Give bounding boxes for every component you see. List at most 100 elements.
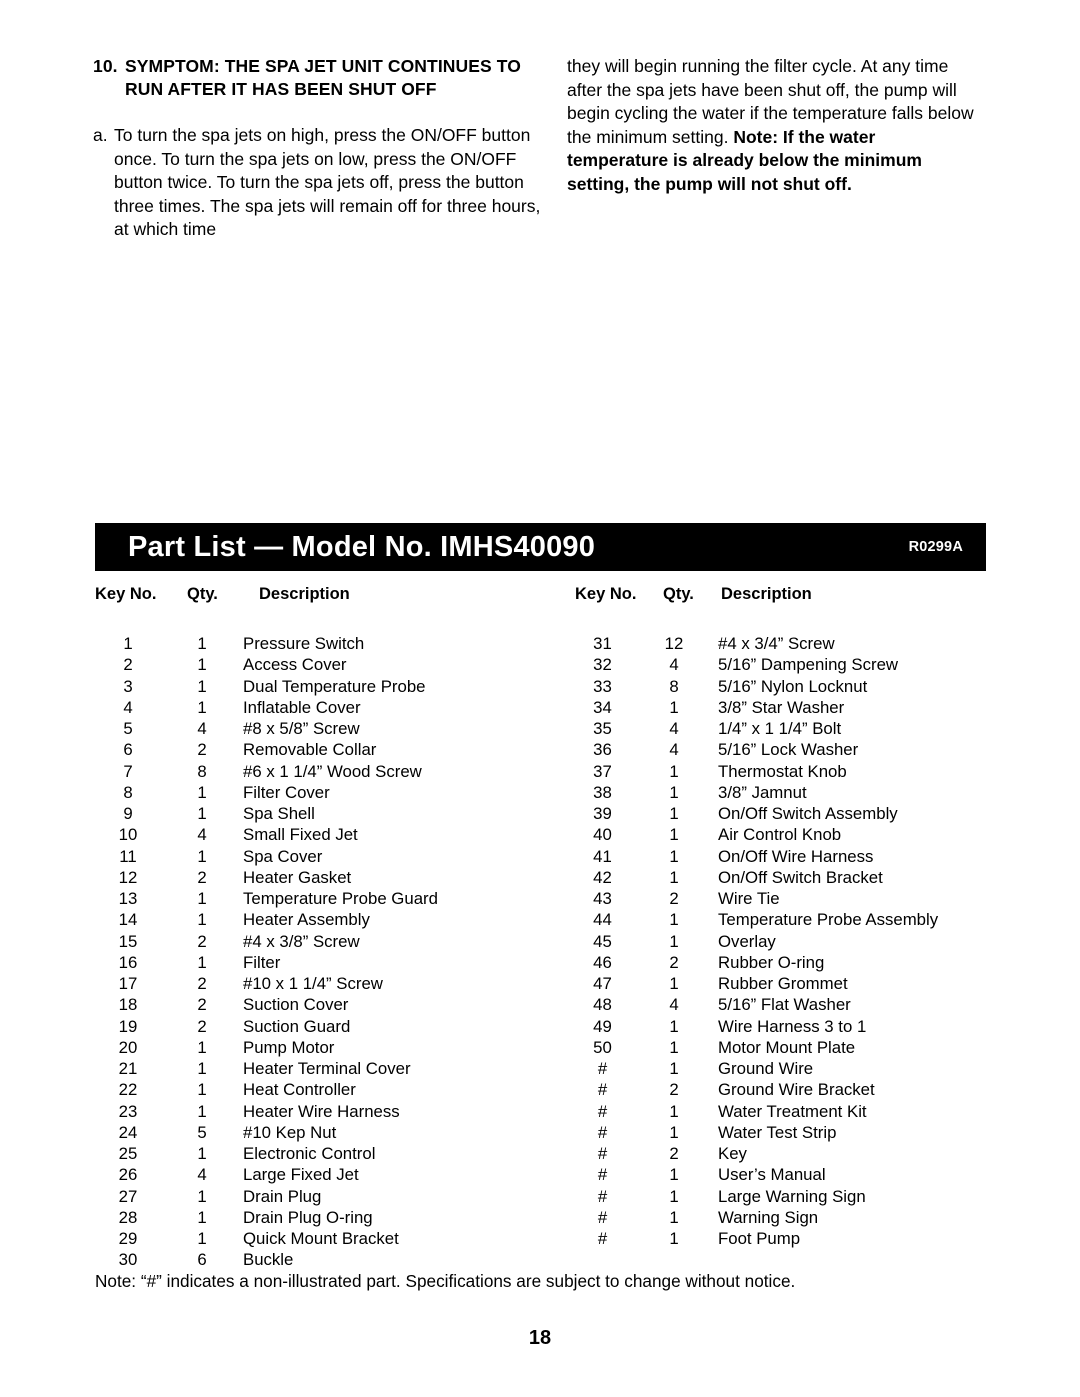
cell-qty: 1: [197, 1080, 207, 1100]
cell-description: Suction Cover: [243, 995, 349, 1015]
cell-qty: 1: [669, 697, 679, 717]
cell-qty: 4: [197, 719, 207, 738]
table-row: 4 1 Inflatable Cover: [95, 697, 575, 718]
cell-qty: 1: [197, 804, 207, 823]
cell-description: 1/4” x 1 1/4” Bolt: [718, 719, 842, 738]
table-row: #1 Foot Pump: [575, 1228, 995, 1249]
table-row: 48 4 5/16” Flat Washer: [575, 994, 995, 1015]
cell-description: 5/16” Dampening Screw: [718, 655, 899, 675]
symptom-number: 10.: [93, 56, 118, 76]
cell-description: Quick Mount Bracket: [243, 1229, 399, 1248]
table-row: 8 1 Filter Cover: [95, 782, 575, 803]
cell-description: Heat Controller: [243, 1080, 356, 1100]
cell-key-no: 22: [118, 1080, 138, 1100]
continuation-paragraph: they will begin running the filter cycle…: [567, 55, 979, 196]
cell-key-no: 43: [593, 889, 612, 908]
parts-table-header-right: Key No. Qty. Description: [575, 585, 995, 615]
cell-qty: 1: [669, 782, 679, 802]
table-row: 46 2 Rubber O-ring: [575, 952, 995, 973]
cell-qty: 1: [197, 1144, 207, 1163]
table-row: 43 2 Wire Tie: [575, 888, 995, 909]
cell-key-no: 14: [118, 910, 138, 930]
step-text: To turn the spa jets on high, press the …: [114, 125, 541, 240]
table-row: 30 6 Buckle: [95, 1249, 575, 1270]
cell-qty: 1: [197, 1229, 207, 1248]
cell-description: Spa Cover: [243, 846, 323, 866]
table-row: 28 1 Drain Plug O-ring: [95, 1207, 575, 1228]
cell-key-no: 9: [123, 804, 133, 823]
table-row: 26 4 Large Fixed Jet: [95, 1164, 575, 1185]
cell-qty: 1: [669, 1165, 679, 1185]
cell-qty: 2: [197, 740, 207, 760]
cell-key-no: 47: [593, 974, 612, 993]
cell-key-no: 28: [118, 1207, 138, 1227]
table-row: #1 Water Treatment Kit: [575, 1101, 995, 1122]
cell-description: Electronic Control: [243, 1144, 376, 1163]
cell-key-no: 11: [119, 846, 137, 866]
parts-table-right-column: Key No. Qty. Description 31 12 #4 x 3/4” S…: [575, 585, 995, 1271]
table-row: 38 1 3/8” Jamnut: [575, 782, 995, 803]
cell-description: #4 x 3/8” Screw: [243, 931, 360, 951]
cell-qty: 1: [197, 697, 207, 717]
cell-description: Ground Wire: [718, 1059, 814, 1078]
cell-description: Water Test Strip: [718, 1122, 837, 1142]
table-row: 9 1 Spa Shell: [95, 803, 575, 824]
cell-qty: 4: [197, 825, 207, 845]
cell-qty: 1: [669, 974, 679, 993]
cell-description: Filter Cover: [243, 782, 330, 802]
table-row: 29 1 Quick Mount Bracket: [95, 1228, 575, 1249]
table-row: 50 1 Motor Mount Plate: [575, 1037, 995, 1058]
cell-qty: 1: [669, 910, 679, 930]
parts-table-left-column: Key No. Qty. Description 1 1 Pressure Swit…: [95, 585, 575, 1271]
cell-qty: 1: [197, 952, 207, 972]
cell-qty: 1: [197, 782, 207, 802]
cell-key-no: 7: [123, 761, 133, 781]
cell-key-no: 10: [118, 825, 138, 845]
cell-description: Warning Sign: [718, 1207, 819, 1227]
table-row: 12 2 Heater Gasket: [95, 867, 575, 888]
table-row: 13 1 Temperature Probe Guard: [95, 888, 575, 909]
cell-qty: 1: [197, 1207, 207, 1227]
cell-key-no: 34: [593, 697, 612, 717]
table-row: 41 1 On/Off Wire Harness: [575, 846, 995, 867]
cell-key-no: #: [597, 1144, 608, 1163]
cell-description: Rubber Grommet: [718, 974, 848, 993]
cell-description: 3/8” Star Washer: [718, 697, 845, 717]
cell-key-no: 49: [593, 1016, 612, 1036]
cell-key-no: #: [597, 1101, 608, 1121]
step-marker: a.: [93, 125, 108, 146]
cell-description: 3/8” Jamnut: [718, 782, 807, 802]
table-row: 40 1 Air Control Knob: [575, 824, 995, 845]
cell-qty: 1: [197, 1059, 207, 1078]
cell-key-no: #: [597, 1165, 608, 1185]
cell-key-no: 39: [593, 804, 612, 823]
table-row: 36 4 5/16” Lock Washer: [575, 739, 995, 760]
cell-description: Foot Pump: [718, 1229, 801, 1248]
header-qty: Qty.: [187, 585, 218, 603]
cell-description: 5/16” Nylon Locknut: [718, 676, 868, 696]
cell-qty: 1: [197, 1037, 207, 1057]
cell-key-no: 19: [118, 1016, 138, 1036]
parts-table: Key No. Qty. Description 1 1 Pressure Swit…: [95, 585, 995, 1271]
cell-description: Heater Gasket: [243, 867, 352, 887]
cell-qty: 4: [669, 719, 679, 738]
table-row: 37 1 Thermostat Knob: [575, 761, 995, 782]
table-row: 32 4 5/16” Dampening Screw: [575, 654, 995, 675]
cell-qty: 1: [669, 761, 679, 781]
header-description: Description: [259, 585, 350, 603]
table-row: 21 1 Heater Terminal Cover: [95, 1058, 575, 1079]
cell-description: #10 Kep Nut: [243, 1122, 337, 1142]
table-row: 27 1 Drain Plug: [95, 1186, 575, 1207]
parts-rows-right: 31 12 #4 x 3/4” Screw 32 4 5/16” Dampening Sc…: [575, 633, 995, 1249]
cell-description: Access Cover: [243, 655, 347, 675]
cell-key-no: 27: [118, 1186, 138, 1206]
table-row: #1 Warning Sign: [575, 1207, 995, 1228]
cell-qty: 1: [197, 634, 207, 653]
page-number: 18: [528, 1327, 552, 1349]
cell-description: Motor Mount Plate: [718, 1037, 856, 1057]
cell-description: Temperature Probe Guard: [243, 889, 438, 908]
cell-key-no: 38: [593, 782, 612, 802]
troubleshooting-left-column: 10. SYMPTOM: THE SPA JET UNIT CONTINUES …: [93, 55, 545, 242]
table-row: 20 1 Pump Motor: [95, 1037, 575, 1058]
cell-qty: 2: [669, 952, 679, 972]
